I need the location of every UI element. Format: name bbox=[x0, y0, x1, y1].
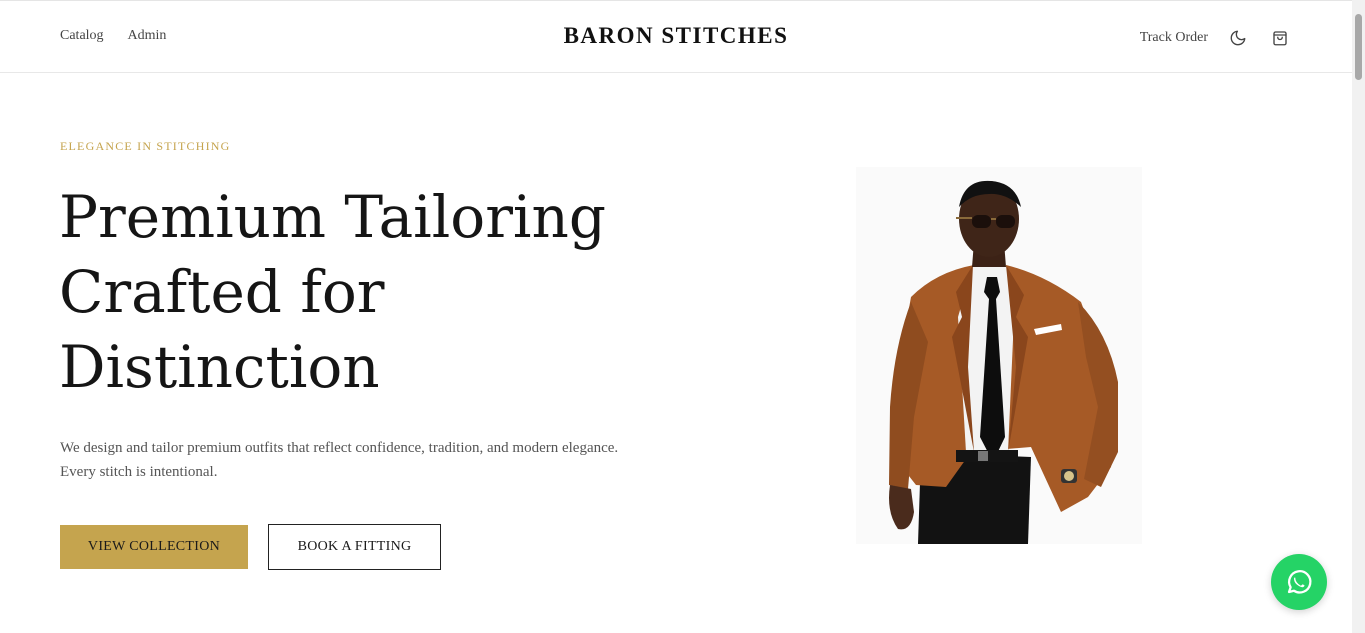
headline-line-3: Distinction bbox=[59, 333, 380, 401]
theme-toggle-button[interactable] bbox=[1226, 26, 1250, 50]
hero-description: We design and tailor premium outfits tha… bbox=[60, 440, 619, 480]
whatsapp-chat-button[interactable] bbox=[1271, 554, 1327, 610]
model-illustration bbox=[856, 167, 1142, 544]
track-order-link[interactable]: Track Order bbox=[1140, 30, 1208, 46]
cart-button[interactable] bbox=[1268, 26, 1292, 50]
shopping-bag-icon bbox=[1273, 31, 1287, 46]
page: Catalog Admin BARON STITCHES Track Order… bbox=[0, 0, 1365, 633]
hero-eyebrow: ELEGANCE IN STITCHING bbox=[60, 139, 231, 153]
vertical-scrollbar[interactable] bbox=[1352, 0, 1365, 633]
scrollbar-thumb[interactable] bbox=[1355, 14, 1362, 80]
moon-icon bbox=[1230, 30, 1246, 46]
headline-line-1: Premium Tailoring bbox=[59, 183, 606, 251]
header-actions: Track Order bbox=[1140, 26, 1292, 50]
hero-headline: Premium Tailoring Crafted for Distinctio… bbox=[59, 180, 679, 405]
view-collection-button[interactable]: VIEW COLLECTION bbox=[60, 525, 248, 569]
site-header: Catalog Admin BARON STITCHES Track Order bbox=[0, 0, 1352, 73]
headline-line-2: Crafted for bbox=[59, 258, 385, 326]
hero-image bbox=[856, 167, 1142, 544]
whatsapp-icon bbox=[1287, 570, 1312, 594]
book-fitting-button[interactable]: BOOK A FITTING bbox=[268, 524, 441, 570]
